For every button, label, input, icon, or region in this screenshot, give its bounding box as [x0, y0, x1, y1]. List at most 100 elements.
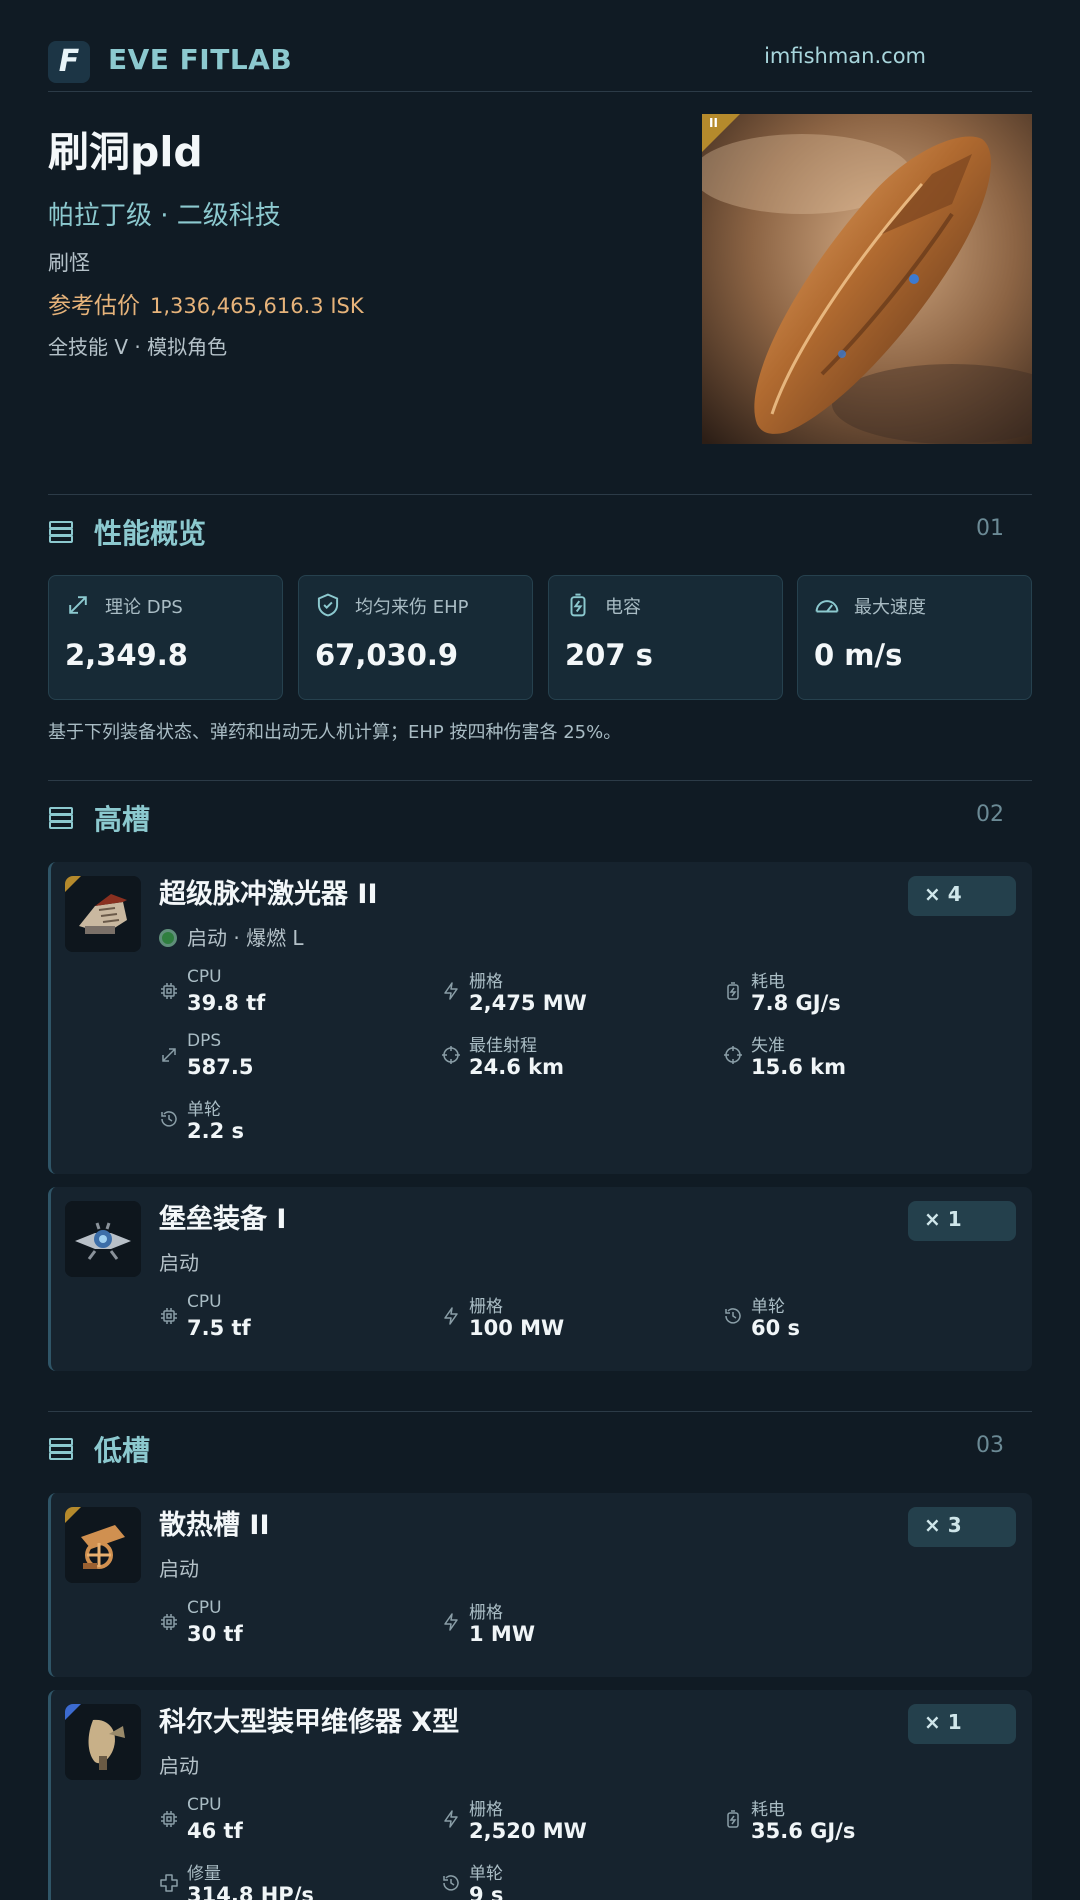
section-number: 01	[976, 516, 1004, 541]
crosshair-icon	[723, 1045, 743, 1065]
speedometer-icon	[815, 600, 839, 613]
section-header-low-slots: 低槽 03	[48, 1427, 1032, 1467]
section-number: 03	[976, 1433, 1004, 1458]
bolt-icon	[441, 981, 461, 1001]
price-estimate: 参考估价 1,336,465,616.3 ISK	[48, 286, 364, 320]
stat-value: 67,030.9	[315, 638, 459, 672]
module-card[interactable]: 堡垒装备 I 启动 × 1 CPU 7.5 tf 栅格 100 MW 单轮 60 s	[48, 1187, 1032, 1371]
list-icon	[48, 520, 74, 544]
battery-icon	[570, 593, 586, 617]
stat-card-dps: 理论 DPS 2,349.8	[48, 575, 283, 700]
ship-render-image: II	[702, 114, 1032, 444]
tech-level-badge	[65, 1507, 81, 1523]
quantity-badge: × 4	[908, 876, 1016, 916]
bolt-icon	[441, 1809, 461, 1829]
quantity-badge: × 3	[908, 1507, 1016, 1547]
stat-label: 电容	[605, 597, 641, 618]
heat-sink-icon	[65, 1507, 141, 1583]
attr-cycle: 单轮 9 s	[441, 1859, 701, 1900]
module-name: 科尔大型装甲维修器 X型	[159, 1707, 460, 1738]
attr-cycle: 单轮 60 s	[723, 1292, 983, 1346]
module-card[interactable]: 散热槽 II 启动 × 3 CPU 30 tf 栅格 1 MW	[48, 1493, 1032, 1677]
module-card[interactable]: 科尔大型装甲维修器 X型 启动 × 1 CPU 46 tf 栅格 2,520 MW …	[48, 1690, 1032, 1900]
divider	[48, 494, 1032, 495]
stat-label: 均匀来伤 EHP	[355, 597, 469, 618]
tech-level-badge: II	[702, 114, 740, 152]
dps-arrow-icon	[69, 596, 87, 614]
module-name: 散热槽 II	[159, 1510, 270, 1541]
crosshair-icon	[441, 1045, 461, 1065]
quantity-badge: × 1	[908, 1704, 1016, 1744]
stat-value: 2,349.8	[65, 638, 188, 672]
site-link[interactable]: imfishman.com	[764, 44, 926, 68]
section-header-high-slots: 高槽 02	[48, 796, 1032, 836]
bastion-module-icon	[65, 1201, 141, 1277]
battery-icon	[723, 1809, 743, 1829]
stat-card-speed: 最大速度 0 m/s	[797, 575, 1032, 700]
module-state: 启动 · 爆燃 L	[159, 922, 304, 951]
attr-grid: 栅格 2,475 MW	[441, 967, 701, 1021]
bolt-icon	[441, 1612, 461, 1632]
brand-name[interactable]: EVE FITLAB	[108, 43, 292, 76]
bolt-icon	[441, 1306, 461, 1326]
attr-falloff: 失准 15.6 km	[723, 1031, 983, 1085]
ammo-icon	[159, 929, 177, 947]
app-logo-icon[interactable]: F	[48, 41, 90, 83]
module-name: 超级脉冲激光器 II	[159, 879, 378, 910]
dps-arrow-icon	[159, 1045, 179, 1065]
attr-cap-use: 耗电 7.8 GJ/s	[723, 967, 983, 1021]
price-label: 参考估价	[48, 293, 140, 319]
module-card[interactable]: 超级脉冲激光器 II 启动 · 爆燃 L × 4 CPU 39.8 tf 栅格 2,…	[48, 862, 1032, 1174]
quantity-badge: × 1	[908, 1201, 1016, 1241]
attr-grid: 栅格 100 MW	[441, 1292, 701, 1346]
cycle-clock-icon	[441, 1873, 461, 1893]
attr-cpu: CPU 30 tf	[159, 1598, 419, 1652]
attr-cap-use: 耗电 35.6 GJ/s	[723, 1795, 983, 1849]
cpu-icon	[159, 1306, 179, 1326]
tech-level-badge	[65, 876, 81, 892]
fit-title: 刷洞pld	[48, 128, 203, 176]
stat-card-capacitor: 电容 207 s	[548, 575, 783, 700]
stat-label: 最大速度	[854, 597, 926, 618]
module-state: 启动	[159, 1251, 199, 1275]
overview-note: 基于下列装备状态、弹药和出动无人机计算；EHP 按四种伤害各 25%。	[48, 722, 622, 743]
attr-cycle: 单轮 2.2 s	[159, 1095, 419, 1149]
divider	[48, 780, 1032, 781]
laser-turret-icon	[65, 876, 141, 952]
stat-value: 207 s	[565, 638, 653, 672]
price-value: 1,336,465,616.3 ISK	[150, 294, 364, 318]
attr-grid: 栅格 2,520 MW	[441, 1795, 701, 1849]
cpu-icon	[159, 1612, 179, 1632]
stat-card-ehp: 均匀来伤 EHP 67,030.9	[298, 575, 533, 700]
faction-badge	[65, 1704, 81, 1720]
section-header-overview: 性能概览 01	[48, 510, 1032, 550]
stat-cards: 理论 DPS 2,349.8 均匀来伤 EHP 67,030.9 电容 207 …	[48, 575, 1032, 700]
attr-grid: 栅格 1 MW	[441, 1598, 701, 1652]
attr-cpu: CPU 46 tf	[159, 1795, 419, 1849]
section-title: 高槽	[94, 803, 151, 836]
stat-value: 0 m/s	[814, 638, 903, 672]
cycle-clock-icon	[159, 1109, 179, 1129]
section-title: 性能概览	[94, 517, 207, 550]
module-state: 启动	[159, 1557, 199, 1581]
attr-dps: DPS 587.5	[159, 1031, 419, 1085]
module-name: 堡垒装备 I	[159, 1204, 287, 1235]
ship-class: 帕拉丁级 · 二级科技	[48, 201, 281, 231]
cycle-clock-icon	[723, 1306, 743, 1326]
section-number: 02	[976, 802, 1004, 827]
divider	[48, 1411, 1032, 1412]
section-title: 低槽	[94, 1434, 151, 1467]
list-icon	[48, 1437, 74, 1461]
fit-tag: 刷怪	[48, 251, 90, 275]
module-state: 启动	[159, 1754, 199, 1778]
armor-repairer-icon	[65, 1704, 141, 1780]
attr-optimal: 最佳射程 24.6 km	[441, 1031, 701, 1085]
skills-note: 全技能 V · 模拟角色	[48, 335, 228, 359]
cpu-icon	[159, 1809, 179, 1829]
attr-repair: 修量 314.8 HP/s	[159, 1859, 419, 1900]
list-icon	[48, 806, 74, 830]
top-bar: F EVE FITLAB imfishman.com	[48, 38, 1032, 92]
repair-cross-icon	[159, 1873, 179, 1893]
shield-check-icon	[317, 593, 339, 617]
cpu-icon	[159, 981, 179, 1001]
